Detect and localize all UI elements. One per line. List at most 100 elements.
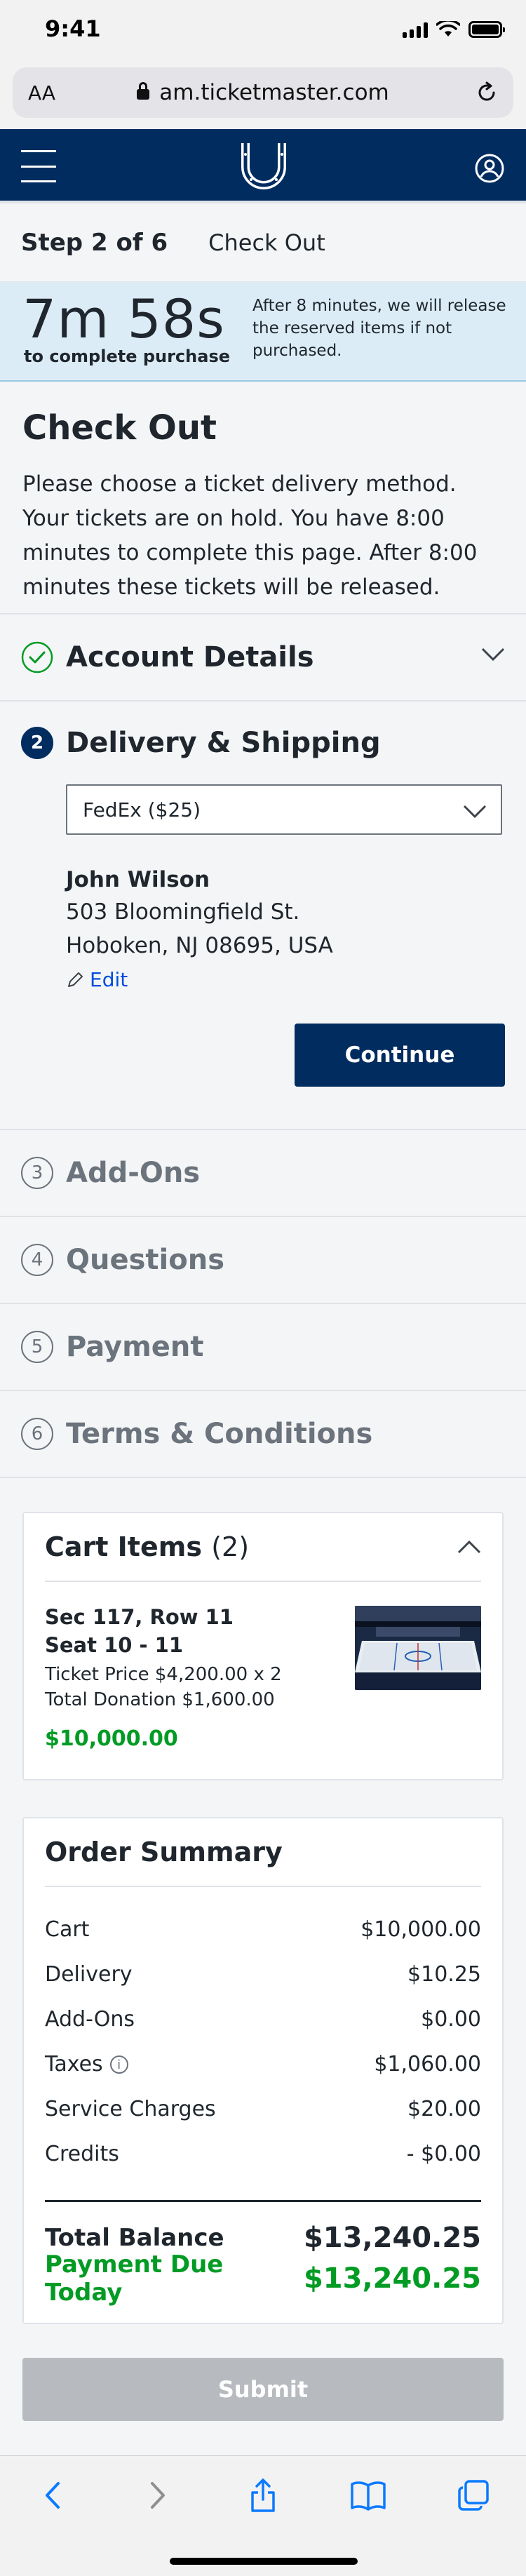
chevron-down-icon[interactable] — [481, 647, 505, 662]
summary-label: Credits — [45, 2141, 119, 2166]
venue-seat-view-image — [355, 1606, 481, 1690]
battery-icon — [468, 21, 505, 38]
back-button[interactable] — [32, 2476, 74, 2515]
summary-row-delivery: Delivery $10.25 — [45, 1952, 481, 1997]
add-ons-header: 3 Add-Ons — [0, 1130, 526, 1216]
status-icons — [403, 21, 505, 38]
cart-title: Cart Items (2) — [45, 1531, 250, 1562]
order-summary-title: Order Summary — [45, 1837, 283, 1867]
delivery-method-select[interactable]: FedEx ($25) — [66, 784, 502, 835]
cart-items-header[interactable]: Cart Items (2) — [45, 1513, 481, 1582]
summary-label: Service Charges — [45, 2096, 216, 2121]
wifi-icon — [436, 21, 460, 36]
home-indicator — [170, 2558, 358, 2565]
section-questions[interactable]: 4 Questions — [0, 1216, 526, 1303]
section-title: Terms & Conditions — [66, 1418, 373, 1450]
reload-icon[interactable] — [476, 81, 498, 104]
recipient-name: John Wilson — [66, 867, 210, 892]
info-icon[interactable]: i — [109, 2055, 128, 2074]
summary-value: - $0.00 — [406, 2141, 481, 2166]
account-details-header[interactable]: Account Details — [0, 615, 526, 700]
step-number: 4 — [21, 1244, 53, 1276]
submit-button[interactable]: Submit — [22, 2358, 504, 2421]
section-row: Sec 117, Row 11 — [45, 1605, 234, 1629]
section-title: Add-Ons — [66, 1157, 201, 1189]
bookmarks-button[interactable] — [347, 2476, 389, 2515]
summary-value: $20.00 — [407, 2096, 481, 2121]
summary-row-service-charges: Service Charges $20.00 — [45, 2086, 481, 2131]
intro-text: Please choose a ticket delivery method. … — [22, 471, 478, 600]
total-balance-value: $13,240.25 — [303, 2222, 481, 2254]
bookmarks-icon — [351, 2481, 386, 2511]
address-line-1: 503 Bloomingfield St. — [66, 899, 300, 925]
chevron-down-icon — [463, 805, 487, 819]
summary-divider — [45, 2200, 481, 2202]
summary-value: $10.25 — [407, 1961, 481, 1987]
ticket-price: Ticket Price $4,200.00 x 2 — [45, 1664, 282, 1685]
cart-items-card: Cart Items (2) Sec 117, Row 11 Seat 10 -… — [22, 1512, 504, 1780]
forward-icon — [151, 2482, 165, 2509]
section-payment[interactable]: 5 Payment — [0, 1303, 526, 1390]
address-line-2: Hoboken, NJ 08695, USA — [66, 933, 333, 958]
account-icon[interactable] — [474, 153, 505, 184]
lock-icon — [137, 82, 150, 100]
tabs-button[interactable] — [452, 2476, 494, 2515]
summary-value: $10,000.00 — [360, 1917, 481, 1942]
share-icon — [251, 2478, 275, 2512]
delivery-method-value: FedEx ($25) — [83, 798, 201, 821]
summary-row-cart: Cart $10,000.00 — [45, 1907, 481, 1952]
summary-value: $1,060.00 — [374, 2051, 481, 2077]
payment-due-row: Payment Due Today $13,240.25 — [45, 2250, 481, 2307]
step-progress: Step 2 of 6 — [21, 228, 168, 257]
summary-label: Cart — [45, 1917, 90, 1942]
page-title: Check Out — [22, 408, 217, 448]
pencil-icon — [68, 972, 83, 987]
terms-header: 6 Terms & Conditions — [0, 1391, 526, 1477]
payment-due-value: $13,240.25 — [303, 2262, 481, 2295]
check-circle-icon — [21, 641, 53, 673]
checkout-intro: Check Out Please choose a ticket deliver… — [0, 382, 526, 605]
browser-toolbar — [0, 2455, 526, 2576]
url-text: am.ticketmaster.com — [159, 80, 389, 105]
step-number: 5 — [21, 1331, 53, 1363]
site-header — [0, 129, 526, 203]
chevron-up-icon[interactable] — [457, 1539, 481, 1555]
section-title: Payment — [66, 1331, 204, 1363]
tabs-icon — [458, 2480, 489, 2511]
share-button[interactable] — [242, 2476, 284, 2515]
signal-icon — [403, 21, 428, 38]
section-title: Questions — [66, 1244, 225, 1276]
step-number: 3 — [21, 1157, 53, 1189]
order-summary-body: Cart $10,000.00 Delivery $10.25 Add-Ons … — [24, 1887, 502, 2323]
summary-row-taxes: Taxes i $1,060.00 — [45, 2041, 481, 2086]
cart-count: (2) — [211, 1531, 250, 1562]
horseshoe-logo[interactable] — [237, 137, 290, 194]
status-time: 9:41 — [45, 15, 101, 42]
forward-button[interactable] — [137, 2476, 179, 2515]
summary-label: Add-Ons — [45, 2006, 135, 2032]
continue-button[interactable]: Continue — [295, 1024, 505, 1087]
summary-row-add-ons: Add-Ons $0.00 — [45, 1997, 481, 2041]
step-indicator: Step 2 of 6 Check Out — [0, 203, 526, 282]
text-size-button[interactable]: AA — [28, 81, 55, 105]
delivery-header: 2 Delivery & Shipping — [0, 702, 526, 784]
seats: Seat 10 - 11 — [45, 1633, 184, 1657]
section-add-ons[interactable]: 3 Add-Ons — [0, 1129, 526, 1216]
address-bar[interactable]: AA am.ticketmaster.com — [13, 67, 513, 118]
timer-note: After 8 minutes, we will release the res… — [252, 297, 506, 360]
step-label: Check Out — [208, 229, 325, 256]
section-account-details: Account Details — [0, 613, 526, 700]
hamburger-icon[interactable] — [21, 150, 56, 182]
questions-header: 4 Questions — [0, 1217, 526, 1303]
section-title: Account Details — [66, 641, 314, 673]
browser-url-row: AA am.ticketmaster.com — [0, 65, 526, 129]
edit-label: Edit — [90, 968, 128, 991]
summary-row-credits: Credits - $0.00 — [45, 2131, 481, 2176]
edit-address-link[interactable]: Edit — [66, 968, 505, 991]
section-terms[interactable]: 6 Terms & Conditions — [0, 1390, 526, 1478]
item-total: $10,000.00 — [45, 1726, 178, 1751]
order-summary-card: Order Summary Cart $10,000.00 Delivery $… — [22, 1817, 504, 2324]
timer-caption: to complete purchase — [24, 347, 230, 366]
total-balance-label: Total Balance — [45, 2224, 224, 2252]
url-display: am.ticketmaster.com — [13, 80, 513, 105]
